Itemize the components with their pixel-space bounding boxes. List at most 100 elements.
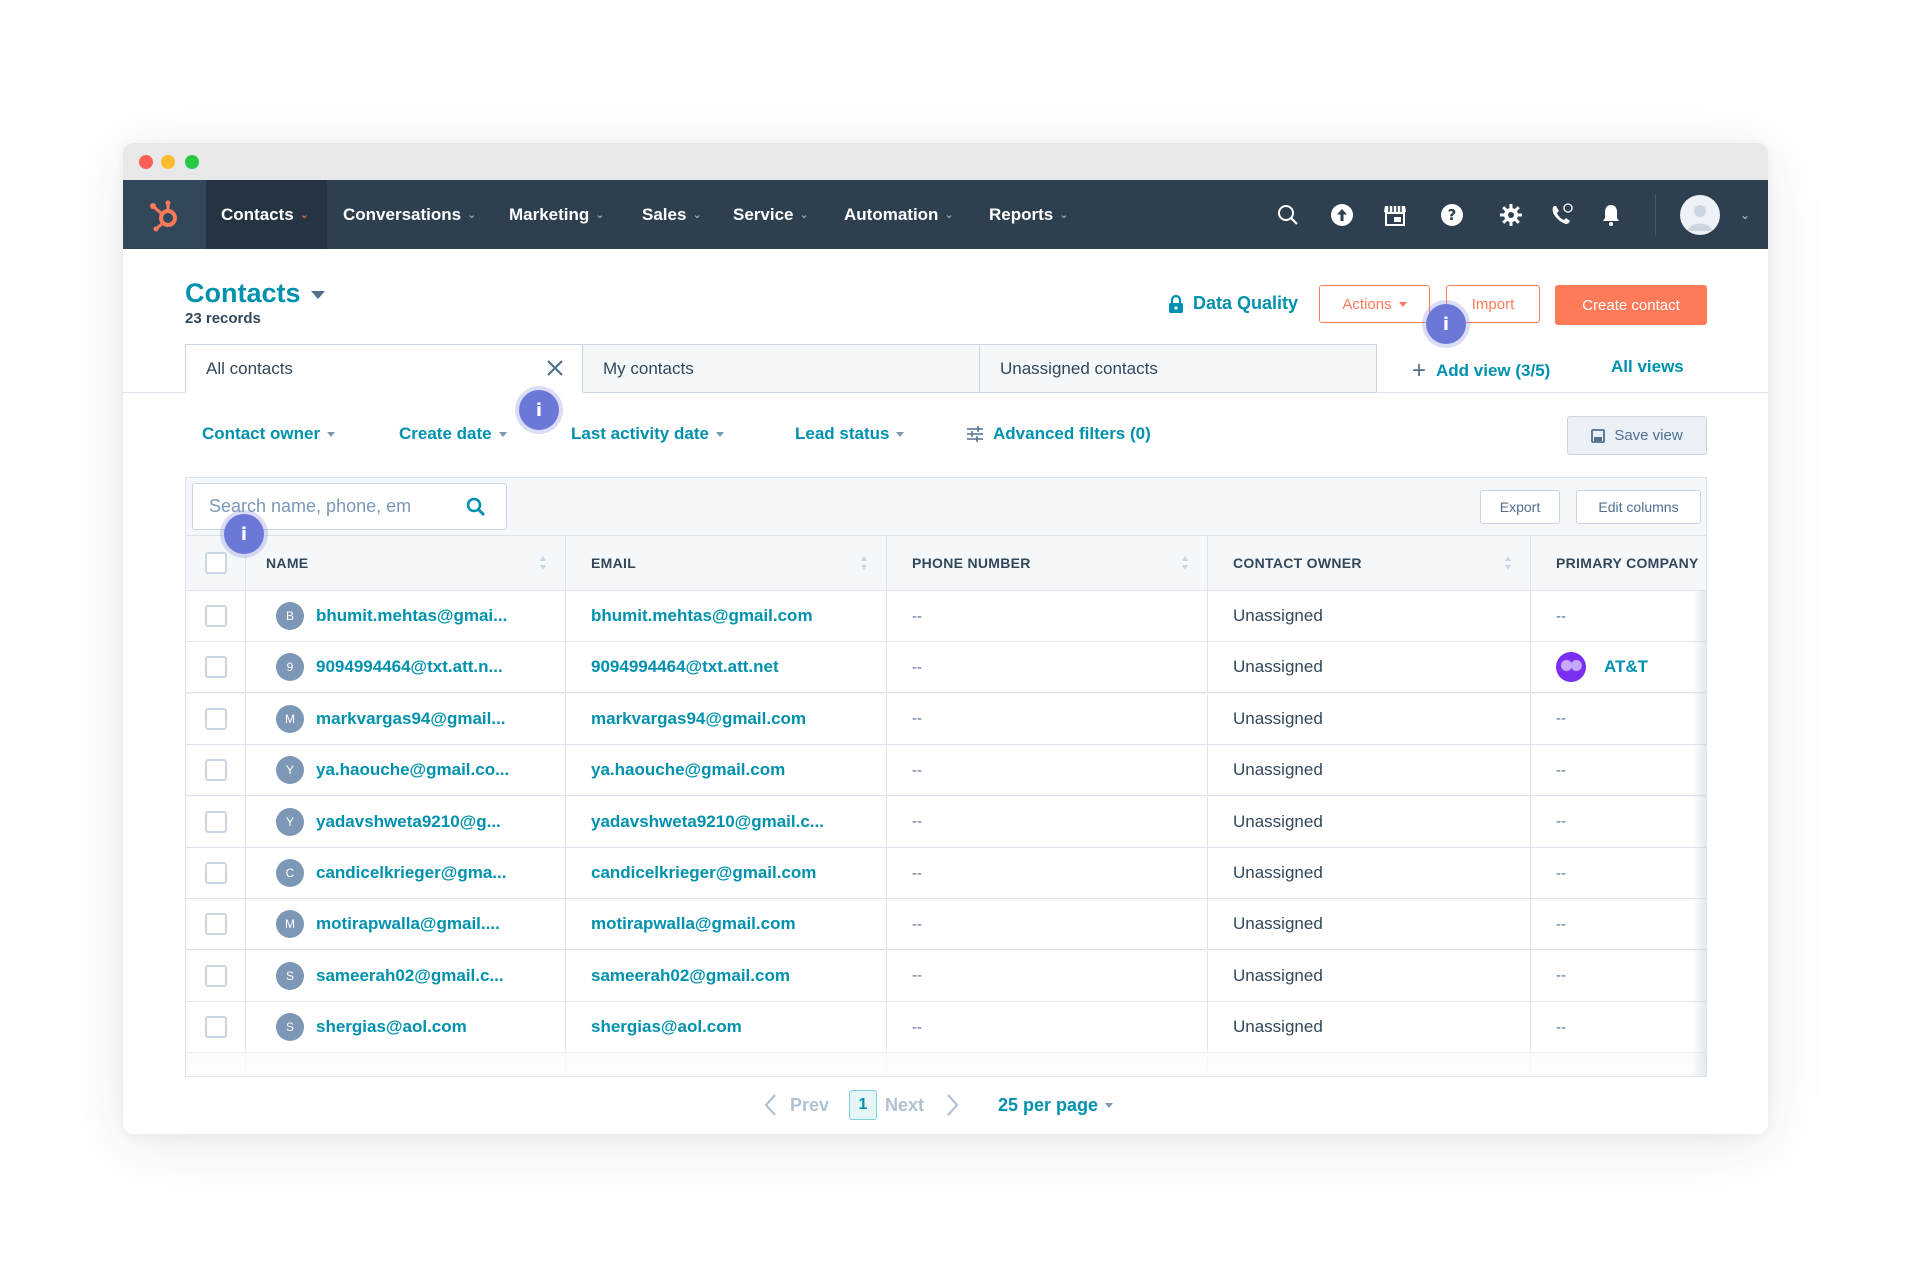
nav-reports[interactable]: Reports ⌄ — [989, 180, 1068, 249]
contact-name-link[interactable]: candicelkrieger@gma... — [316, 863, 506, 883]
tab-all-contacts[interactable]: All contacts — [185, 344, 583, 393]
table-row[interactable]: Yyadavshweta9210@g... yadavshweta9210@gma… — [186, 796, 1706, 848]
row-checkbox[interactable] — [204, 913, 227, 936]
row-checkbox[interactable] — [204, 656, 227, 679]
column-header-contact-owner[interactable]: CONTACT OWNER — [1208, 536, 1531, 590]
column-header-phone[interactable]: PHONE NUMBER — [887, 536, 1208, 590]
edit-columns-button[interactable]: Edit columns — [1576, 490, 1701, 524]
info-badge[interactable]: i — [519, 390, 559, 430]
table-row[interactable]: 9 9094994464@txt.att.n... 9094994464@txt.a… — [186, 642, 1706, 694]
contact-name-link[interactable]: 9094994464@txt.att.n... — [316, 657, 503, 677]
contact-owner-value[interactable]: Unassigned — [1233, 812, 1323, 832]
contact-owner-value[interactable]: Unassigned — [1233, 760, 1323, 780]
user-avatar[interactable] — [1680, 195, 1720, 235]
contact-name-link[interactable]: markvargas94@gmail... — [316, 709, 506, 729]
all-views-link[interactable]: All views — [1611, 357, 1684, 377]
sort-icon[interactable] — [860, 554, 868, 572]
export-button[interactable]: Export — [1480, 490, 1560, 524]
row-checkbox[interactable] — [204, 1016, 227, 1039]
contact-owner-value[interactable]: Unassigned — [1233, 863, 1323, 883]
help-icon[interactable]: ? — [1438, 201, 1466, 229]
minimize-window-button[interactable] — [161, 155, 175, 169]
hubspot-logo[interactable] — [123, 180, 206, 249]
nav-contacts[interactable]: Contacts ⌄ — [221, 180, 309, 249]
info-badge[interactable]: i — [224, 514, 264, 554]
add-view-button[interactable]: + Add view (3/5) — [1412, 357, 1550, 385]
prev-page-button[interactable]: Prev — [763, 1090, 829, 1120]
sort-icon[interactable] — [539, 554, 547, 572]
contact-owner-value[interactable]: Unassigned — [1233, 606, 1323, 626]
contact-email-link[interactable]: 9094994464@txt.att.net — [591, 657, 779, 677]
upgrade-icon[interactable] — [1328, 201, 1356, 229]
filter-contact-owner[interactable]: Contact owner — [202, 424, 336, 444]
table-row[interactable]: Sshergias@aol.com shergias@aol.com -- Unass… — [186, 1002, 1706, 1054]
actions-button[interactable]: Actions — [1319, 285, 1430, 323]
nav-automation[interactable]: Automation ⌄ — [844, 180, 954, 249]
next-page-button[interactable]: Next — [885, 1090, 960, 1120]
contact-email-link[interactable]: sameerah02@gmail.com — [591, 966, 790, 986]
contact-name-link[interactable]: bhumit.mehtas@gmai... — [316, 606, 507, 626]
sort-icon[interactable] — [1181, 554, 1189, 572]
contact-name-link[interactable]: ya.haouche@gmail.co... — [316, 760, 509, 780]
contact-owner-value[interactable]: Unassigned — [1233, 966, 1323, 986]
table-row[interactable]: Ccandicelkrieger@gma... candicelkrieger@g… — [186, 848, 1706, 899]
notifications-icon[interactable] — [1597, 201, 1625, 229]
contact-email-link[interactable]: yadavshweta9210@gmail.c... — [591, 812, 824, 832]
row-checkbox[interactable] — [204, 810, 227, 833]
marketplace-icon[interactable] — [1381, 201, 1409, 229]
contact-name-link[interactable]: shergias@aol.com — [316, 1017, 467, 1037]
contact-owner-value[interactable]: Unassigned — [1233, 657, 1323, 677]
contact-email-link[interactable]: motirapwalla@gmail.com — [591, 914, 796, 934]
contact-name-link[interactable]: motirapwalla@gmail.... — [316, 914, 500, 934]
contact-email-link[interactable]: markvargas94@gmail.com — [591, 709, 806, 729]
contact-name-link[interactable]: sameerah02@gmail.c... — [316, 966, 504, 986]
column-header-email[interactable]: EMAIL — [566, 536, 887, 590]
filter-last-activity-date[interactable]: Last activity date — [571, 424, 724, 444]
nav-service[interactable]: Service ⌄ — [733, 180, 809, 249]
account-menu-chevron[interactable]: ⌄ — [1740, 180, 1750, 249]
create-contact-button[interactable]: Create contact — [1555, 285, 1707, 325]
row-checkbox[interactable] — [204, 964, 227, 987]
column-header-primary-company[interactable]: PRIMARY COMPANY — [1531, 536, 1706, 590]
row-checkbox[interactable] — [204, 707, 227, 730]
tab-unassigned-contacts[interactable]: Unassigned contacts — [979, 344, 1377, 393]
contact-email-link[interactable]: ya.haouche@gmail.com — [591, 760, 785, 780]
table-row[interactable]: Yya.haouche@gmail.co... ya.haouche@gmail.… — [186, 745, 1706, 797]
nav-conversations[interactable]: Conversations ⌄ — [343, 180, 476, 249]
contact-owner-value[interactable]: Unassigned — [1233, 914, 1323, 934]
row-checkbox[interactable] — [204, 862, 227, 884]
company-link[interactable]: AT&T — [1604, 657, 1648, 677]
row-checkbox[interactable] — [204, 605, 227, 627]
contact-email-link[interactable]: bhumit.mehtas@gmail.com — [591, 606, 813, 626]
save-view-button[interactable]: Save view — [1567, 416, 1707, 455]
table-row[interactable]: Bbhumit.mehtas@gmai... bhumit.mehtas@gmai… — [186, 591, 1706, 642]
row-checkbox[interactable] — [204, 759, 227, 782]
close-window-button[interactable] — [139, 155, 153, 169]
filter-create-date[interactable]: Create date — [399, 424, 507, 444]
nav-marketing[interactable]: Marketing ⌄ — [509, 180, 605, 249]
maximize-window-button[interactable] — [185, 155, 199, 169]
filter-lead-status[interactable]: Lead status — [795, 424, 905, 444]
table-row[interactable]: Mmarkvargas94@gmail... markvargas94@gmail… — [186, 693, 1706, 745]
info-badge[interactable]: i — [1426, 304, 1466, 344]
close-icon[interactable] — [544, 357, 566, 379]
table-row[interactable]: Mmotirapwalla@gmail.... motirapwalla@gmai… — [186, 899, 1706, 951]
data-quality-link[interactable]: Data Quality — [1168, 293, 1298, 314]
advanced-filters-button[interactable]: Advanced filters (0) — [966, 424, 1151, 444]
page-title[interactable]: Contacts — [185, 278, 325, 309]
calling-icon[interactable] — [1548, 201, 1576, 229]
search-icon[interactable] — [1274, 201, 1302, 229]
contact-owner-value[interactable]: Unassigned — [1233, 709, 1323, 729]
contact-name-link[interactable]: yadavshweta9210@g... — [316, 812, 501, 832]
contact-email-link[interactable]: shergias@aol.com — [591, 1017, 742, 1037]
tab-my-contacts[interactable]: My contacts — [582, 344, 980, 393]
contact-owner-value[interactable]: Unassigned — [1233, 1017, 1323, 1037]
table-row[interactable]: Ssameerah02@gmail.c... sameerah02@gmail.c… — [186, 950, 1706, 1002]
select-all-checkbox[interactable] — [204, 552, 227, 574]
sort-icon[interactable] — [1504, 554, 1512, 572]
settings-icon[interactable] — [1497, 201, 1525, 229]
page-1-button[interactable]: 1 — [849, 1090, 877, 1120]
per-page-dropdown[interactable]: 25 per page — [998, 1090, 1114, 1120]
column-header-name[interactable]: NAME — [246, 536, 566, 590]
search-icon[interactable] — [465, 496, 487, 518]
